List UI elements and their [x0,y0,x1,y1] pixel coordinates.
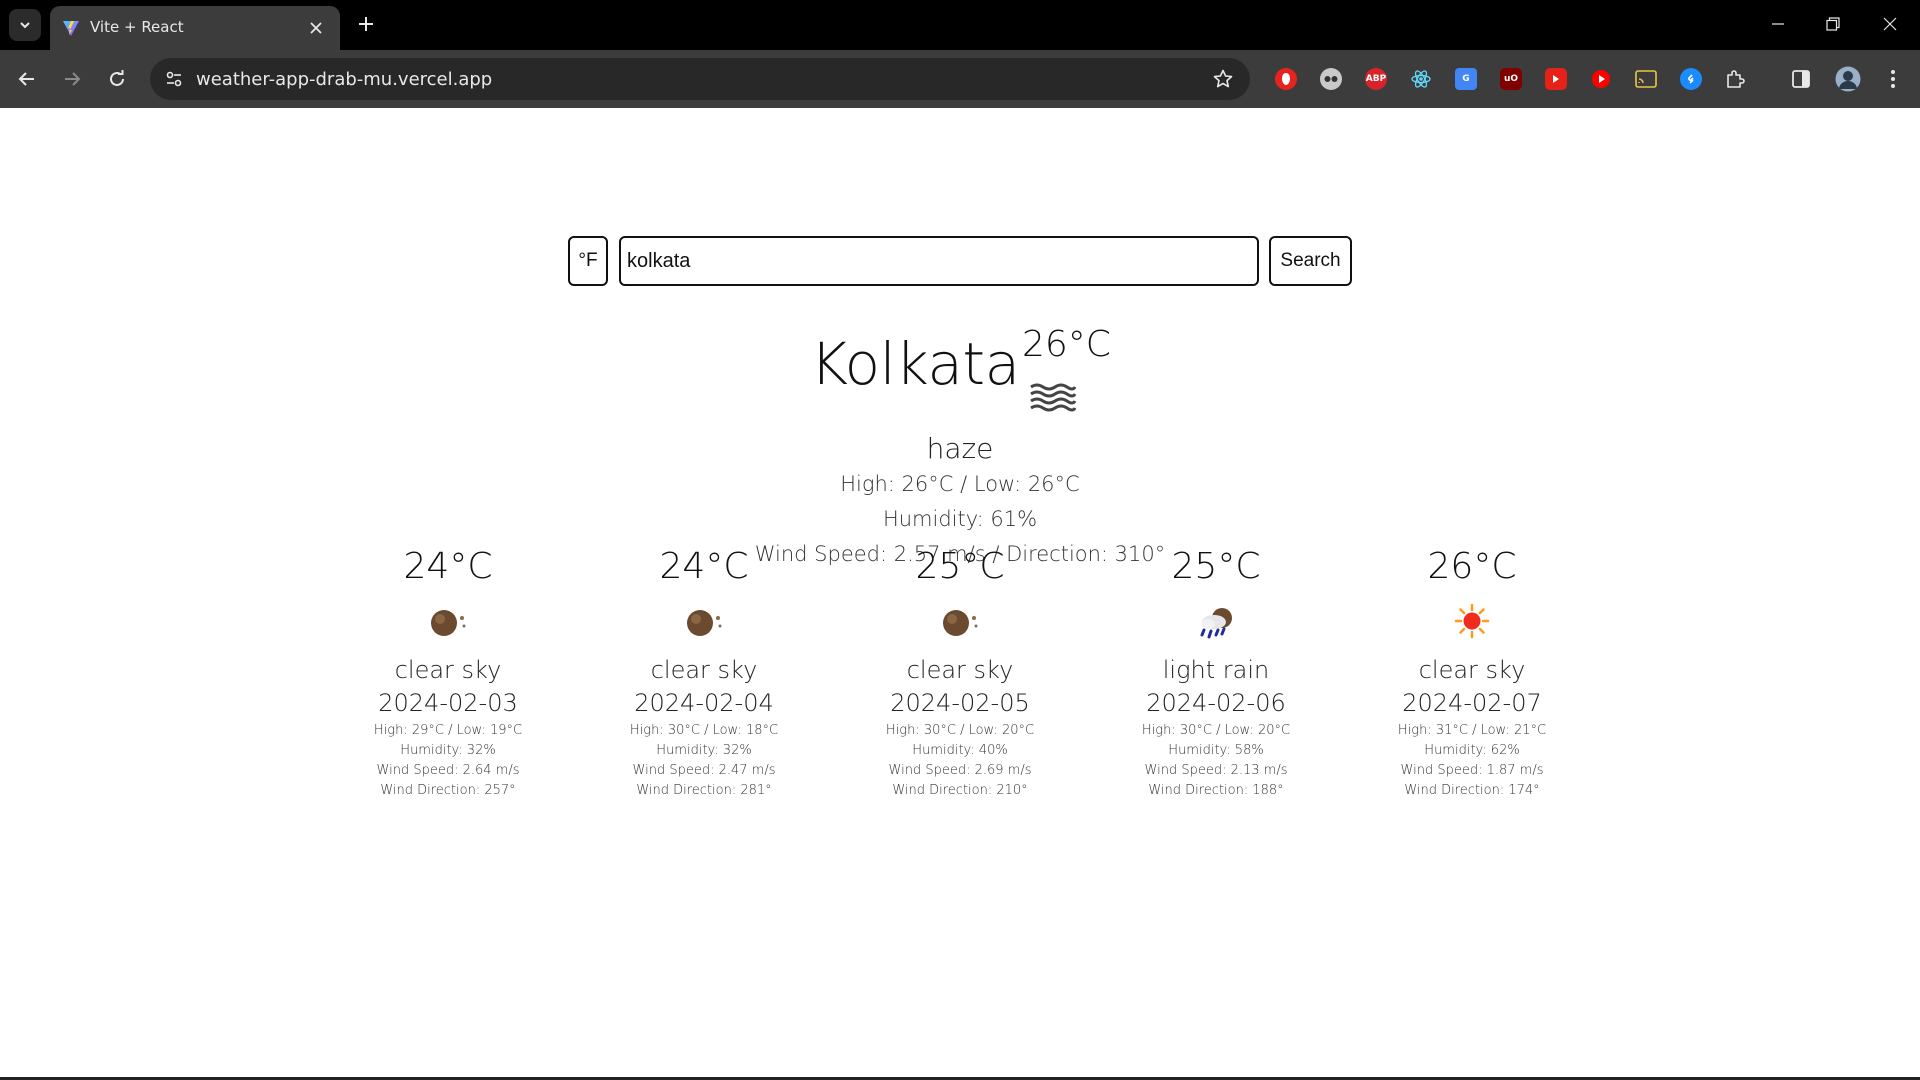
shield-extension-icon[interactable] [1273,66,1299,92]
site-info-button[interactable] [160,65,188,93]
forecast-wind-speed: Wind Speed: 2.13 m/s [1144,763,1288,778]
forecast-card: 25°C clear sky 2024-02-05 High: 30°C / L… [830,545,1090,801]
forecast-humidity: Humidity: 62% [1424,743,1520,758]
rain-night-icon [1200,608,1232,639]
clear-night-icon [943,610,978,636]
url-text[interactable]: weather-app-drab-mu.vercel.app [196,69,492,90]
forecast-description: clear sky [650,656,758,684]
browser-toolbar: weather-app-drab-mu.vercel.app ABP G uO [0,50,1920,108]
forecast-date: 2024-02-04 [634,689,774,717]
search-button[interactable]: Search [1269,236,1352,286]
forecast-wind-direction: Wind Direction: 257° [380,783,516,798]
profile-avatar[interactable] [1835,66,1861,92]
forecast-date: 2024-02-05 [890,689,1030,717]
current-humidity: Humidity: 61% [882,507,1038,531]
browser-tab-active[interactable]: Vite + React [50,6,340,50]
arrow-right-icon [65,72,81,86]
forecast-wind-direction: Wind Direction: 210° [892,783,1028,798]
more-vert-icon [1891,70,1895,88]
forecast-temp: 25°C [915,546,1005,587]
forecast-card: 24°C clear sky 2024-02-04 High: 30°C / L… [574,545,834,801]
city-name: Kolkata [810,330,1020,398]
city-search-input[interactable] [619,236,1259,286]
forecast-wind-speed: Wind Speed: 1.87 m/s [1400,763,1544,778]
forecast-date: 2024-02-06 [1146,689,1286,717]
forecast-description: clear sky [1418,656,1526,684]
forecast-temp: 25°C [1171,546,1261,587]
forecast-wind-direction: Wind Direction: 281° [636,783,772,798]
star-outline-icon [1213,69,1233,88]
forecast-wind-direction: Wind Direction: 188° [1148,783,1284,798]
forecast-wind-speed: Wind Speed: 2.69 m/s [888,763,1032,778]
current-temperature: 26°C [1022,324,1111,365]
close-icon [310,22,322,34]
forecast-temp: 26°C [1427,546,1517,587]
forecast-high-low: High: 31°C / Low: 21°C [1397,723,1547,738]
current-high-low: High: 26°C / Low: 26°C [840,472,1080,496]
tab-title: Vite + React [90,18,184,36]
forecast-wind-speed: Wind Speed: 2.47 m/s [632,763,776,778]
plus-icon [359,17,373,31]
reload-icon [110,70,124,86]
tab-close-button[interactable] [304,16,328,40]
avatar-extension-icon[interactable] [1318,66,1344,92]
bookmark-button[interactable] [1210,66,1236,92]
forecast-temp: 24°C [403,546,493,587]
current-description: haze [926,432,994,465]
forecast-humidity: Humidity: 58% [1168,743,1264,758]
forecast-card: 25°C light rain 2024-02-06 High: 30°C / … [1086,545,1346,801]
vite-logo-icon [63,21,79,36]
new-tab-button[interactable] [352,10,380,38]
forecast-card: 24°C clear sky 2024-02-03 High: 29°C / L… [318,545,578,801]
google-translate-icon[interactable]: G [1453,66,1479,92]
restore-icon [1826,17,1840,31]
forecast-description: light rain [1162,656,1270,684]
minimize-button[interactable] [1756,6,1800,42]
react-devtools-icon[interactable] [1408,66,1434,92]
forecast-card: 26°C clear sky 2024-02-07 High: 31°C / L… [1342,545,1602,801]
forecast-description: clear sky [394,656,502,684]
address-bar[interactable]: weather-app-drab-mu.vercel.app [150,58,1250,100]
close-window-button[interactable] [1868,6,1912,42]
forecast-date: 2024-02-03 [378,689,518,717]
browser-titlebar: Vite + React [0,0,1920,50]
tab-search-button[interactable] [9,9,41,41]
side-panel-icon[interactable] [1788,66,1814,92]
ublock-origin-icon[interactable]: uO [1498,66,1524,92]
forecast-temp: 24°C [659,546,749,587]
forecast-high-low: High: 30°C / Low: 20°C [885,723,1035,738]
page-content: °F Search Kolkata 26°C haze High: 26°C /… [0,108,1920,1080]
forecast-wind-direction: Wind Direction: 174° [1404,783,1540,798]
shazam-icon[interactable] [1678,66,1704,92]
youtube-icon[interactable] [1588,66,1614,92]
restore-button[interactable] [1811,6,1855,42]
forecast-humidity: Humidity: 40% [912,743,1008,758]
close-icon [1883,17,1897,31]
forecast-high-low: High: 29°C / Low: 19°C [373,723,523,738]
tune-icon [166,71,182,87]
adblock-plus-icon[interactable]: ABP [1363,66,1389,92]
forecast-high-low: High: 30°C / Low: 20°C [1141,723,1291,738]
back-button[interactable] [11,63,43,95]
browser-menu-button[interactable] [1880,66,1906,92]
arrow-left-icon [18,72,34,86]
forecast-wind-speed: Wind Speed: 2.64 m/s [376,763,520,778]
forward-button[interactable] [56,63,88,95]
haze-icon [1030,383,1077,412]
forecast-humidity: Humidity: 32% [400,743,496,758]
cast-icon[interactable] [1633,66,1659,92]
sun-icon [1454,603,1490,639]
forecast-humidity: Humidity: 32% [656,743,752,758]
forecast-date: 2024-02-07 [1402,689,1542,717]
clear-night-icon [687,610,722,636]
youtube-extension-icon[interactable] [1543,66,1569,92]
unit-toggle-button[interactable]: °F [568,236,608,286]
extensions-puzzle-icon[interactable] [1723,66,1749,92]
forecast-high-low: High: 30°C / Low: 18°C [629,723,779,738]
chevron-down-icon [20,22,30,29]
forecast-description: clear sky [906,656,1014,684]
clear-night-icon [431,610,466,636]
reload-button[interactable] [101,63,133,95]
minimize-icon [1772,23,1784,25]
